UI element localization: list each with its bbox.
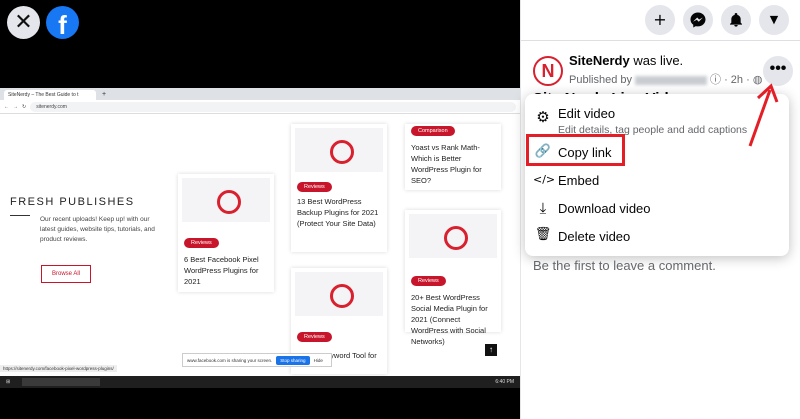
card-thumbnail	[295, 128, 383, 172]
facebook-logo-icon[interactable]: f	[46, 6, 79, 39]
menu-item-label: Embed	[558, 173, 600, 188]
card-badge: Comparison	[411, 126, 455, 136]
card-title: 13 Best WordPress Backup Plugins for 202…	[297, 197, 379, 228]
forward-icon: →	[13, 103, 18, 110]
status-url: https://sitenerdy.com/facebook-pixel-wor…	[0, 365, 117, 372]
page-name-link[interactable]: SiteNerdy	[569, 53, 630, 68]
browse-all-button: Browse All	[41, 265, 91, 283]
blurred-name	[635, 75, 707, 85]
hide-button: Hide	[313, 357, 323, 363]
taskbar: ⊞ 6:40 PM	[0, 376, 520, 388]
card-thumbnail	[295, 272, 383, 316]
comment-prompt: Be the first to leave a comment.	[533, 258, 716, 273]
post-header: SiteNerdy was live.	[569, 53, 683, 68]
windows-icon: ⊞	[6, 379, 11, 385]
annotation-arrow	[748, 83, 779, 147]
card-title: 20+ Best WordPress Social Media Plugin f…	[411, 293, 488, 346]
card-badge: Reviews	[297, 332, 332, 342]
post-meta: Published by ⓘ · 2h · ◍	[569, 71, 762, 87]
download-icon: ⤓	[539, 199, 547, 217]
browser-tab: SiteNerdy – The Best Guide to t	[4, 90, 96, 100]
card-title: Yoast vs Rank Math- Which is Better Word…	[411, 143, 482, 185]
back-icon: ←	[4, 103, 9, 110]
screen-share-bar: www.facebook.com is sharing your screen.…	[182, 353, 332, 367]
trash-icon: 🗑	[534, 227, 552, 242]
create-icon[interactable]: +	[645, 5, 675, 35]
url-field: sitenerdy.com	[30, 101, 516, 112]
new-tab-icon: +	[102, 90, 107, 98]
post-card: Reviews 20+ Best WordPress Social Media …	[405, 210, 501, 346]
section-title: FRESH PUBLISHES	[10, 196, 135, 208]
stop-sharing-button: Stop sharing	[276, 355, 310, 365]
header-divider	[521, 40, 800, 41]
menu-item-download-video[interactable]: ⤓ Download video	[525, 198, 789, 224]
card-title: 6 Best Facebook Pixel WordPress Plugins …	[184, 255, 259, 286]
card-badge: Reviews	[184, 238, 219, 248]
close-icon[interactable]: ✕	[7, 6, 40, 39]
menu-item-label: Edit video	[558, 106, 616, 121]
avatar[interactable]: N	[533, 56, 563, 86]
reload-icon: ↻	[22, 103, 27, 110]
address-bar: ← → ↻ sitenerdy.com	[0, 100, 520, 114]
card-badge: Reviews	[411, 276, 446, 286]
account-menu-icon[interactable]: ▼	[759, 5, 789, 35]
post-card: Comparison Yoast vs Rank Math- Which is …	[405, 124, 501, 190]
post-status: was live.	[629, 53, 684, 68]
post-card: Reviews 13 Best WordPress Backup Plugins…	[291, 124, 387, 252]
scroll-top-icon: ↑	[485, 344, 497, 356]
menu-item-label: Delete video	[558, 229, 631, 244]
gear-icon: ⚙	[536, 108, 550, 126]
copy-link-highlight	[526, 134, 625, 166]
menu-item-label: Download video	[558, 201, 651, 216]
published-by: Published by	[569, 74, 632, 86]
card-thumbnail	[409, 214, 497, 258]
browser-tabbar: SiteNerdy – The Best Guide to t +	[0, 88, 520, 100]
info-icon: ⓘ	[710, 74, 721, 86]
section-desc: Our recent uploads! Keep up! with our la…	[40, 216, 155, 243]
taskbar-search	[22, 378, 101, 386]
video-player[interactable]: ✕ f SiteNerdy – The Best Guide to t + ← …	[0, 0, 520, 419]
messenger-icon[interactable]	[683, 5, 713, 35]
post-panel: + ▼ N SiteNerdy was live. Published by ⓘ …	[520, 0, 800, 419]
shared-screen-browser: SiteNerdy – The Best Guide to t + ← → ↻ …	[0, 88, 520, 388]
notifications-icon[interactable]	[721, 5, 751, 35]
post-card: Reviews 6 Best Facebook Pixel WordPress …	[178, 174, 274, 292]
taskbar-time: 6:40 PM	[495, 379, 514, 385]
card-thumbnail	[182, 178, 270, 222]
menu-item-delete-video[interactable]: 🗑 Delete video	[525, 226, 789, 252]
share-text: www.facebook.com is sharing your screen.	[187, 357, 273, 363]
section-divider	[10, 215, 30, 216]
code-icon: </>	[533, 173, 556, 186]
card-badge: Reviews	[297, 182, 332, 192]
menu-item-embed[interactable]: </> Embed	[525, 170, 789, 196]
